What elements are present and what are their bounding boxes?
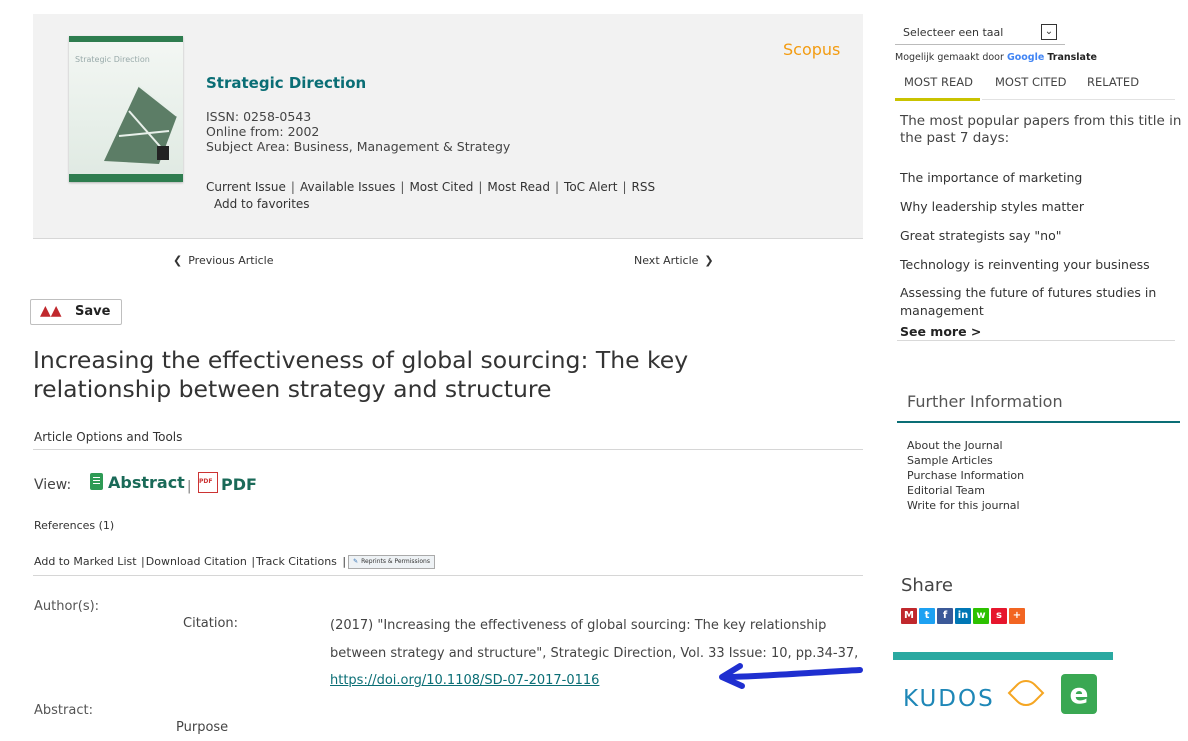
toc-alert-link[interactable]: ToC Alert xyxy=(564,180,617,194)
issue-links: Current Issue | Available Issues | Most Cite… xyxy=(206,180,656,194)
divider xyxy=(897,340,1175,341)
cover-title: Strategic Direction xyxy=(75,55,150,64)
journal-cover-image[interactable]: Strategic Direction xyxy=(69,36,183,182)
save-button[interactable]: ▲▲ Save xyxy=(30,299,122,325)
popular-paper-link[interactable]: Technology is reinventing your business xyxy=(900,256,1170,274)
most-cited-link[interactable]: Most Cited xyxy=(409,180,473,194)
popular-papers-intro: The most popular papers from this title … xyxy=(900,113,1182,146)
cover-graphic xyxy=(104,85,178,164)
most-read-link[interactable]: Most Read xyxy=(487,180,550,194)
write-for-journal-link[interactable]: Write for this journal xyxy=(907,498,1020,513)
tab-most-read[interactable]: MOST READ xyxy=(904,75,973,89)
add-to-marked-list-link[interactable]: Add to Marked List xyxy=(34,555,137,568)
track-citations-link[interactable]: Track Citations xyxy=(256,555,337,568)
kudos-flower-icon xyxy=(1007,674,1045,712)
previous-article-link[interactable]: ❮ Previous Article xyxy=(173,254,274,267)
citation-label: Citation: xyxy=(183,616,239,631)
see-more-link[interactable]: See more > xyxy=(900,324,981,339)
divider xyxy=(33,449,863,450)
share-icons: Mt f in w s + xyxy=(901,603,1027,624)
add-to-favorites-link[interactable]: Add to favorites xyxy=(214,197,310,211)
purchase-information-link[interactable]: Purchase Information xyxy=(907,468,1024,483)
popular-paper-link[interactable]: Assessing the future of futures studies … xyxy=(900,284,1170,320)
divider xyxy=(982,99,1175,100)
active-tab-indicator xyxy=(895,98,980,101)
twitter-icon[interactable]: t xyxy=(919,608,935,624)
linkedin-icon[interactable]: in xyxy=(955,608,971,624)
rss-link[interactable]: RSS xyxy=(631,180,655,194)
available-issues-link[interactable]: Available Issues xyxy=(300,180,395,194)
more-share-icon[interactable]: + xyxy=(1009,608,1025,624)
abstract-view-link[interactable]: Abstract xyxy=(90,473,185,492)
about-journal-link[interactable]: About the Journal xyxy=(907,438,1003,453)
article-tools-row: Add to Marked List |Download Citation |T… xyxy=(34,555,435,569)
kudos-e-icon: e xyxy=(1061,674,1097,714)
pdf-icon xyxy=(198,472,218,493)
reprints-permissions-button[interactable]: ✎ Reprints & Permissions xyxy=(348,555,435,569)
share-heading: Share xyxy=(901,575,953,596)
tab-related[interactable]: RELATED xyxy=(1087,75,1139,89)
journal-issn: ISSN: 0258-0543 xyxy=(206,109,312,124)
sample-articles-link[interactable]: Sample Articles xyxy=(907,453,993,468)
weibo-icon[interactable]: s xyxy=(991,608,1007,624)
journal-title[interactable]: Strategic Direction xyxy=(206,74,366,92)
mendeley-save-icon: ▲▲ xyxy=(40,303,62,319)
translate-link[interactable]: Translate xyxy=(1047,52,1097,63)
references-link[interactable]: References (1) xyxy=(34,519,114,532)
reprints-icon: ✎ xyxy=(353,558,359,565)
pdf-view-link[interactable]: PDF xyxy=(198,472,257,494)
journal-online-from: Online from: 2002 xyxy=(206,124,320,139)
kudos-logo-text: KUDOS xyxy=(903,686,995,712)
chevron-down-icon: ⌄ xyxy=(1041,24,1057,40)
view-separator: | xyxy=(187,479,192,494)
language-select-value: Selecteer een taal xyxy=(903,26,1004,39)
abstract-label: Abstract: xyxy=(34,703,93,718)
document-icon xyxy=(90,473,103,490)
mendeley-icon[interactable]: M xyxy=(901,608,917,624)
article-options-label: Article Options and Tools xyxy=(34,430,183,444)
further-information-heading: Further Information xyxy=(907,392,1063,411)
editorial-team-link[interactable]: Editorial Team xyxy=(907,483,985,498)
popular-paper-link[interactable]: Why leadership styles matter xyxy=(900,198,1170,216)
powered-by-google-translate: Mogelijk gemaakt door Google Translate xyxy=(895,52,1097,63)
view-label: View: xyxy=(34,477,72,493)
google-logo: Google xyxy=(1006,52,1045,63)
tab-most-cited[interactable]: MOST CITED xyxy=(995,75,1067,89)
doi-link[interactable]: https://doi.org/10.1108/SD-07-2017-0116 xyxy=(330,673,599,688)
annotation-arrow xyxy=(719,663,863,689)
article-title: Increasing the effectiveness of global s… xyxy=(33,346,689,403)
language-select[interactable]: Selecteer een taal ⌄ xyxy=(895,22,1065,45)
chevron-left-icon: ❮ xyxy=(173,254,183,267)
divider xyxy=(897,421,1180,423)
current-issue-link[interactable]: Current Issue xyxy=(206,180,286,194)
facebook-icon[interactable]: f xyxy=(937,608,953,624)
kudos-banner[interactable]: KUDOS e xyxy=(893,652,1113,741)
popular-paper-link[interactable]: Great strategists say "no" xyxy=(900,227,1170,245)
divider xyxy=(33,575,863,576)
popular-paper-link[interactable]: The importance of marketing xyxy=(900,169,1170,187)
download-citation-link[interactable]: Download Citation xyxy=(146,555,247,568)
chevron-right-icon: ❯ xyxy=(704,254,714,267)
wechat-icon[interactable]: w xyxy=(973,608,989,624)
scopus-logo[interactable]: Scopus xyxy=(783,40,840,59)
authors-label: Author(s): xyxy=(34,599,100,614)
journal-subject-area: Subject Area: Business, Management & Str… xyxy=(206,139,511,154)
next-article-link[interactable]: Next Article ❯ xyxy=(634,254,714,267)
journal-header: Strategic Direction Strategic Direction … xyxy=(33,14,863,239)
save-label: Save xyxy=(75,304,111,319)
